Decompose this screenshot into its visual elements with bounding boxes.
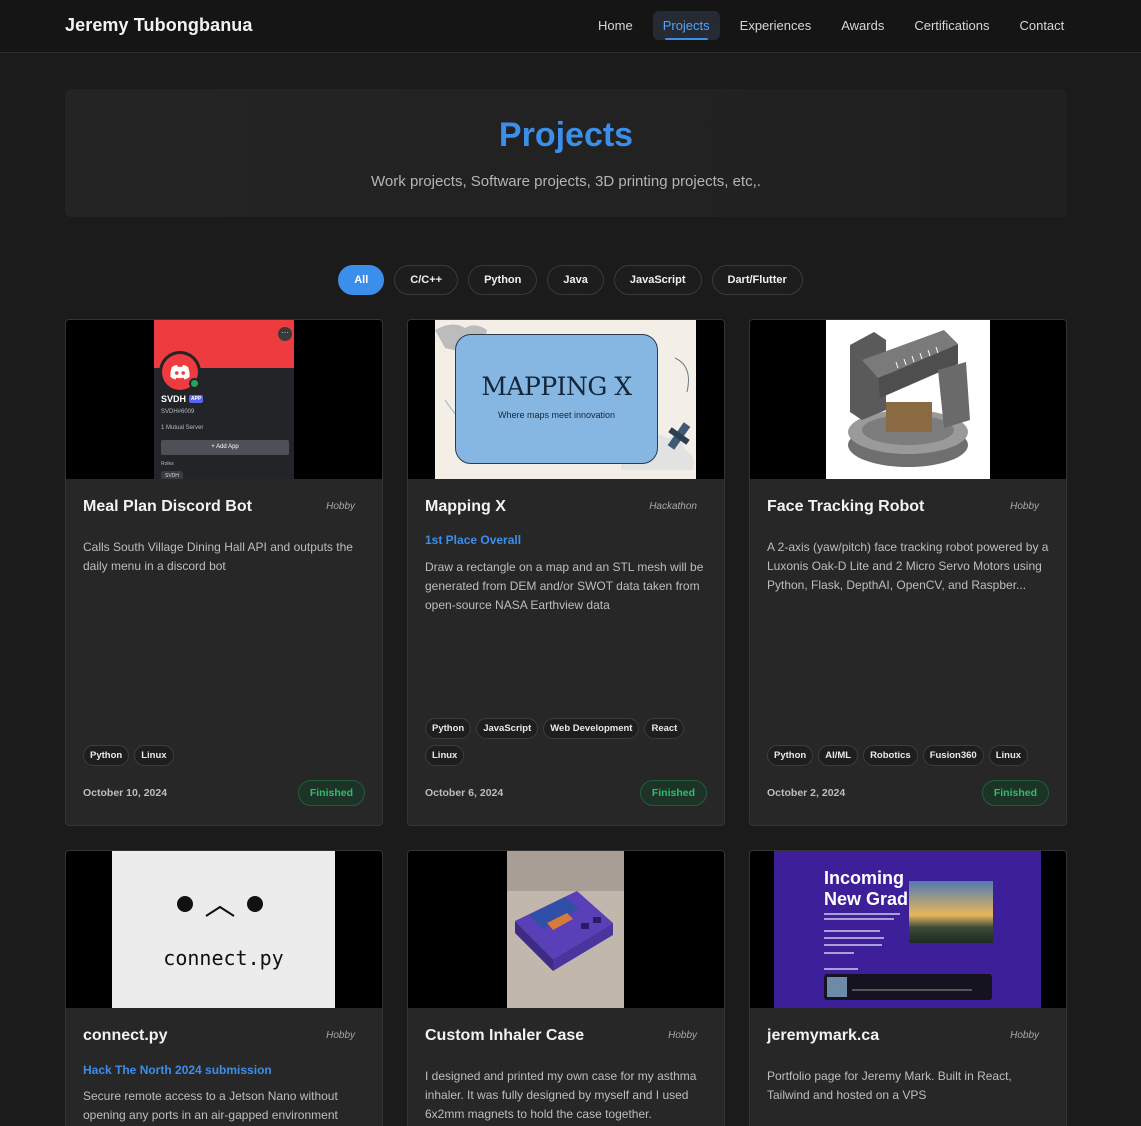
tag: Python: [425, 718, 472, 739]
project-thumbnail: MAPPING X Where maps meet innovation: [408, 320, 724, 479]
project-description: A 2-axis (yaw/pitch) face tracking robot…: [767, 540, 1049, 592]
project-title[interactable]: Face Tracking Robot: [767, 498, 924, 516]
role-chip: SVDH: [161, 471, 183, 479]
status-badge: Finished: [981, 780, 1049, 806]
project-thumbnail: ··· SVDH APP SVDH#6009 1 Mutual Server +…: [66, 320, 382, 479]
connect-py-wordmark: connect.py: [163, 946, 284, 970]
project-card-connect-py[interactable]: connect.py connect.py Hobby Hack The Nor…: [65, 850, 383, 1126]
project-thumbnail: connect.py: [66, 851, 382, 1008]
tag: Python: [767, 745, 814, 766]
status-badge: Finished: [639, 780, 707, 806]
site-brand[interactable]: Jeremy Tubongbanua: [65, 15, 253, 36]
inhaler-case-image: [507, 851, 624, 1008]
project-title[interactable]: Meal Plan Discord Bot: [83, 498, 252, 516]
nav-links: Home Projects Experiences Awards Certifi…: [588, 11, 1084, 40]
page-title: Projects: [498, 116, 634, 154]
bot-name: SVDH: [161, 394, 187, 404]
portfolio-heading-line: New Grad: [824, 889, 909, 909]
project-award: Hack The North 2024 submission: [83, 1063, 272, 1077]
connect-py-logo: connect.py: [112, 851, 335, 1008]
project-category: Hobby: [326, 501, 355, 512]
filter-c-cpp[interactable]: C/C++: [394, 265, 459, 295]
now-playing-widget: [824, 974, 992, 1000]
tag: Web Development: [543, 718, 640, 739]
project-thumbnail: [408, 851, 724, 1008]
tag: Linux: [988, 745, 1029, 766]
portfolio-screenshot: Incoming New Grad: [774, 851, 1041, 1008]
filter-java[interactable]: Java: [547, 265, 604, 295]
nav-home[interactable]: Home: [588, 11, 643, 40]
project-category: Hobby: [1010, 1030, 1039, 1041]
face-icon: [177, 896, 263, 917]
project-card-meal-plan[interactable]: ··· SVDH APP SVDH#6009 1 Mutual Server +…: [65, 319, 383, 826]
inhaler-case-photo: [507, 851, 624, 1008]
roles-label: Roles: [161, 461, 174, 467]
page-subtitle: Work projects, Software projects, 3D pri…: [371, 173, 761, 190]
project-category: Hobby: [1010, 501, 1039, 512]
poster-tagline: Where maps meet innovation: [497, 410, 616, 420]
filter-dart-flutter[interactable]: Dart/Flutter: [711, 265, 803, 295]
nav-contact[interactable]: Contact: [1009, 11, 1074, 40]
portfolio-photo: [909, 881, 993, 943]
project-card-face-tracking-robot[interactable]: Face Tracking Robot Hobby A 2-axis (yaw/…: [749, 319, 1067, 826]
tag: JavaScript: [476, 718, 539, 739]
online-status-icon: [189, 378, 200, 389]
project-date: October 2, 2024: [767, 787, 846, 799]
nav-experiences[interactable]: Experiences: [730, 11, 822, 40]
project-description: Secure remote access to a Jetson Nano wi…: [83, 1089, 338, 1122]
project-title[interactable]: Custom Inhaler Case: [425, 1027, 584, 1045]
filter-python[interactable]: Python: [468, 265, 538, 295]
robot-render: [848, 330, 970, 467]
project-title[interactable]: Mapping X: [425, 498, 506, 516]
tag: Fusion360: [922, 745, 984, 766]
tag-list: Python AI/ML Robotics Fusion360 Linux: [767, 745, 1057, 766]
add-app-button: + Add App: [161, 440, 289, 455]
filter-all[interactable]: All: [338, 265, 385, 295]
mapping-x-poster: MAPPING X Where maps meet innovation: [435, 320, 696, 479]
project-description: Calls South Village Dining Hall API and …: [83, 540, 353, 573]
project-title[interactable]: jeremymark.ca: [767, 1027, 879, 1045]
nav-projects[interactable]: Projects: [652, 11, 720, 40]
tag: Linux: [425, 745, 465, 766]
project-category: Hobby: [668, 1030, 697, 1041]
project-description: I designed and printed my own case for m…: [425, 1069, 697, 1121]
tag: Linux: [134, 745, 174, 766]
project-card-inhaler-case[interactable]: Custom Inhaler Case Hobby I designed and…: [407, 850, 725, 1126]
project-description: Portfolio page for Jeremy Mark. Built in…: [767, 1069, 1012, 1102]
project-category: Hackathon: [649, 501, 697, 512]
tag: Robotics: [863, 745, 918, 766]
portfolio-heading: Incoming New Grad: [824, 868, 908, 910]
filter-javascript[interactable]: JavaScript: [613, 265, 702, 295]
more-icon: ···: [278, 327, 292, 341]
nav-certifications[interactable]: Certifications: [904, 11, 999, 40]
bot-handle: SVDH#6009: [161, 409, 195, 415]
tag-list: Python JavaScript Web Development React …: [425, 718, 715, 766]
project-thumbnail: Incoming New Grad: [750, 851, 1066, 1008]
project-card-mapping-x[interactable]: MAPPING X Where maps meet innovation Map…: [407, 319, 725, 826]
tag: Python: [83, 745, 130, 766]
hero-banner: Projects Work projects, Software project…: [65, 89, 1067, 217]
poster-title: MAPPING X: [481, 372, 632, 401]
status-badge: Finished: [297, 780, 365, 806]
tag: AI/ML: [818, 745, 859, 766]
project-date: October 10, 2024: [83, 787, 168, 799]
project-description: Draw a rectangle on a map and an STL mes…: [425, 560, 704, 612]
project-date: October 6, 2024: [425, 787, 504, 799]
portfolio-heading-line: Incoming: [824, 868, 904, 888]
project-card-jeremymark[interactable]: Incoming New Grad jeremymark.ca Hobby Po…: [749, 850, 1067, 1126]
robot-render-image: [826, 320, 990, 479]
tag-list: Python Linux: [83, 745, 373, 766]
mutual-servers: 1 Mutual Server: [161, 425, 204, 431]
project-thumbnail: [750, 320, 1066, 479]
project-title[interactable]: connect.py: [83, 1027, 167, 1045]
app-badge: APP: [189, 395, 204, 403]
filter-bar: All C/C++ Python Java JavaScript Dart/Fl…: [0, 265, 1141, 295]
project-category: Hobby: [326, 1030, 355, 1041]
tag: React: [644, 718, 685, 739]
nav-awards[interactable]: Awards: [831, 11, 894, 40]
discord-profile-image: ··· SVDH APP SVDH#6009 1 Mutual Server +…: [154, 320, 294, 479]
project-award: 1st Place Overall: [425, 533, 522, 547]
top-navbar: Jeremy Tubongbanua Home Projects Experie…: [0, 0, 1141, 53]
